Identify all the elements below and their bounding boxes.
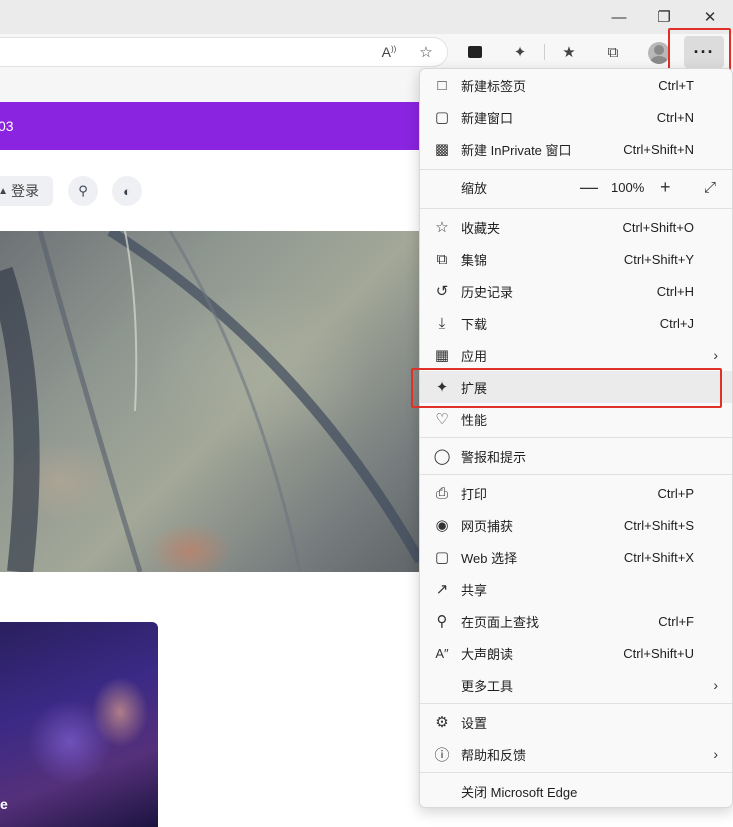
theme-toggle-icon[interactable]: ◐	[112, 176, 142, 206]
banner-text: 03	[0, 118, 14, 134]
menu-item-new-tab[interactable]: □ 新建标签页 Ctrl+T	[420, 69, 732, 101]
media-icon[interactable]	[462, 40, 488, 64]
zoom-value: 100%	[611, 179, 645, 195]
menu-item-new-window[interactable]: ▢ 新建窗口 Ctrl+N	[420, 101, 732, 133]
search-icon[interactable]: ⚲	[68, 176, 98, 206]
menu-divider	[420, 772, 732, 773]
hero-image	[0, 231, 420, 572]
chevron-right-icon: ›	[713, 347, 718, 363]
game-card-image[interactable]: e	[0, 622, 158, 827]
print-icon: ⎙	[435, 484, 448, 502]
new-tab-icon: □	[437, 76, 447, 94]
performance-icon: ♡	[435, 411, 449, 428]
browser-toolbar: A)) ☆ ✦ ★ ⧉	[0, 34, 733, 70]
history-icon: ↺	[435, 283, 449, 300]
menu-divider	[420, 208, 732, 209]
user-icon: ▲	[0, 185, 8, 197]
read-aloud-icon[interactable]: A))	[376, 40, 402, 64]
zoom-in-button[interactable]: +	[660, 177, 671, 198]
menu-item-print[interactable]: ⎙ 打印 Ctrl+P	[420, 477, 732, 509]
help-icon: ⓘ	[434, 746, 450, 764]
menu-item-downloads[interactable]: ⤓ 下载 Ctrl+J	[420, 307, 732, 339]
highlight-box-extensions	[411, 368, 722, 408]
menu-item-read-aloud[interactable]: A″ 大声朗读 Ctrl+Shift+U	[420, 637, 732, 669]
menu-item-history[interactable]: ↺ 历史记录 Ctrl+H	[420, 275, 732, 307]
new-window-icon: ▢	[434, 109, 450, 126]
fullscreen-icon[interactable]: ⤢	[704, 179, 716, 196]
bell-icon: ◯	[433, 448, 451, 465]
title-bar: — ❐ ✕	[0, 0, 733, 34]
menu-divider	[420, 474, 732, 475]
download-icon: ⤓	[438, 314, 446, 332]
menu-item-share[interactable]: ↗ 共享	[420, 573, 732, 605]
menu-item-collections[interactable]: ⧉ 集锦 Ctrl+Shift+Y	[420, 243, 732, 275]
page-top-strip	[0, 70, 420, 102]
chevron-right-icon: ›	[713, 677, 718, 693]
menu-item-zoom: 缩放 — 100% + ⤢	[461, 176, 717, 198]
collections-icon[interactable]: ⧉	[600, 40, 626, 64]
menu-divider	[420, 437, 732, 438]
find-icon: ⚲	[436, 613, 448, 630]
menu-item-new-inprivate[interactable]: ▩ 新建 InPrivate 窗口 Ctrl+Shift+N	[420, 133, 732, 165]
favorites-icon[interactable]: ★	[556, 40, 582, 64]
menu-divider	[420, 703, 732, 704]
menu-item-more-tools[interactable]: 更多工具 ›	[420, 669, 732, 701]
menu-item-alerts[interactable]: ◯ 警报和提示	[420, 440, 732, 472]
menu-item-settings[interactable]: ⚙ 设置	[420, 706, 732, 738]
favorites-icon: ☆	[435, 219, 449, 236]
avatar[interactable]	[648, 42, 670, 64]
toolbar-divider	[544, 44, 545, 60]
menu-item-apps[interactable]: ▦ 应用 ›	[420, 339, 732, 371]
star-add-icon[interactable]: ☆	[413, 40, 439, 64]
minimize-icon[interactable]: —	[596, 0, 642, 34]
share-icon: ↗	[435, 581, 449, 598]
menu-item-find[interactable]: ⚲ 在页面上查找 Ctrl+F	[420, 605, 732, 637]
card-caption: e	[0, 796, 8, 812]
login-label: 登录	[11, 183, 39, 199]
menu-item-favorites[interactable]: ☆ 收藏夹 Ctrl+Shift+O	[420, 211, 732, 243]
apps-icon: ▦	[434, 347, 450, 364]
hero-texture	[0, 231, 420, 572]
menu-item-web-capture[interactable]: ◉ 网页捕获 Ctrl+Shift+S	[420, 509, 732, 541]
capture-icon: ◉	[435, 517, 449, 534]
login-button[interactable]: ▲ 登录	[0, 176, 53, 206]
menu-divider	[420, 169, 732, 170]
menu-item-help[interactable]: ⓘ 帮助和反馈 ›	[420, 738, 732, 770]
more-menu: □ 新建标签页 Ctrl+T ▢ 新建窗口 Ctrl+N ▩ 新建 InPriv…	[419, 68, 733, 808]
announcement-banner: 03	[0, 102, 420, 150]
zoom-out-button[interactable]: —	[580, 177, 598, 198]
read-aloud-icon: A″	[435, 645, 449, 661]
menu-item-web-select[interactable]: ▢ Web 选择 Ctrl+Shift+X	[420, 541, 732, 573]
web-select-icon: ▢	[434, 549, 450, 566]
puzzle-icon[interactable]: ✦	[507, 40, 533, 64]
menu-item-close-edge[interactable]: 关闭 Microsoft Edge	[420, 775, 732, 807]
inprivate-icon: ▩	[434, 141, 450, 158]
collections-icon: ⧉	[436, 250, 448, 268]
gear-icon: ⚙	[435, 714, 449, 731]
chevron-right-icon: ›	[713, 746, 718, 762]
